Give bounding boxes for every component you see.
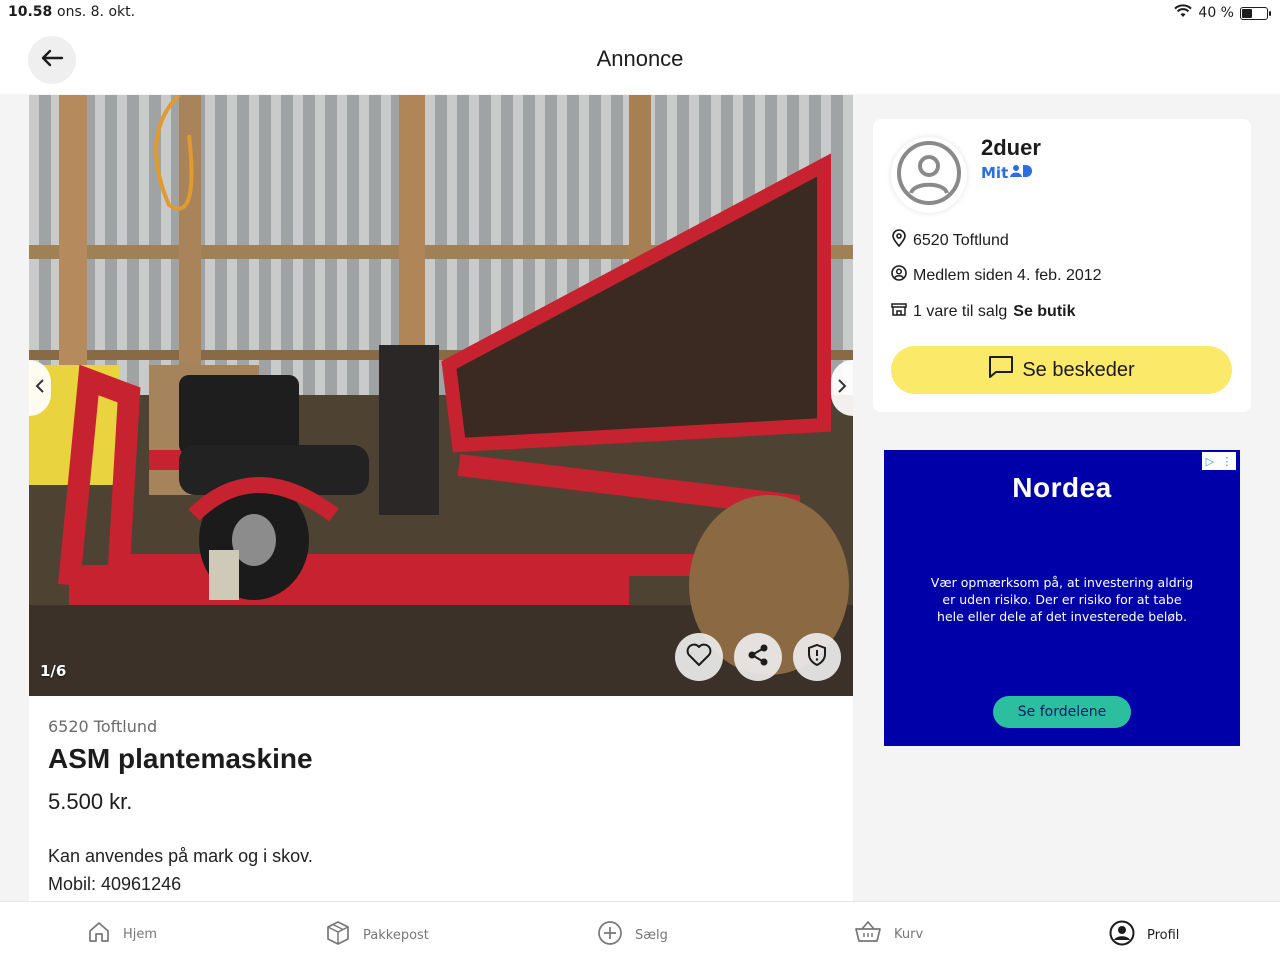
tab-pakkepost[interactable]: Pakkepost	[325, 920, 429, 950]
see-messages-label: Se beskeder	[1022, 358, 1135, 381]
status-bar: 10.58 ons. 8. okt. 40 %	[0, 0, 1280, 26]
description-line: Mobil: 40961246	[48, 874, 182, 894]
battery-percent: 40 %	[1198, 5, 1234, 21]
home-icon	[87, 920, 111, 948]
mitid-label: Mit	[981, 164, 1009, 182]
play-icon: ▷	[1205, 454, 1215, 468]
tab-kurv[interactable]: Kurv	[854, 920, 923, 948]
basket-icon	[854, 920, 882, 948]
mitid-icon	[1010, 164, 1033, 182]
favorite-button[interactable]	[675, 633, 723, 681]
tab-profil[interactable]: Profil	[1109, 920, 1179, 950]
seller-items-row: 1 vare til salg Se butik	[891, 301, 1076, 322]
report-button[interactable]	[793, 633, 841, 681]
adchoices-icon[interactable]: ▷ ⋮	[1202, 452, 1236, 470]
user-circle-icon	[891, 265, 907, 286]
tab-label: Kurv	[894, 926, 924, 942]
package-icon	[325, 920, 351, 950]
listing-location: 6520 Toftlund	[48, 717, 158, 736]
see-shop-link[interactable]: Se butik	[1013, 303, 1075, 321]
mitid-badge: Mit	[981, 164, 1033, 182]
tab-saelg[interactable]: Sælg	[597, 920, 668, 950]
status-right: 40 %	[1174, 4, 1271, 22]
seller-member-row: Medlem siden 4. feb. 2012	[891, 265, 1102, 286]
listing-description: Kan anvendes på mark og i skov. Mobil: 4…	[48, 842, 313, 898]
more-options-icon: ⋮	[1221, 454, 1233, 468]
seller-card: 2duer Mit 6520 Toftlund Medlem siden 4. …	[873, 119, 1251, 412]
tab-bar: Hjem Pakkepost Sælg Kurv Profil	[0, 901, 1280, 960]
see-messages-button[interactable]: Se beskeder	[891, 346, 1232, 394]
gallery-counter: 1/6	[40, 662, 67, 680]
description-line: Kan anvendes på mark og i skov.	[48, 846, 313, 866]
plus-circle-icon	[597, 920, 623, 950]
shield-icon	[806, 643, 828, 671]
ad-cta-button[interactable]: Se fordelene	[993, 696, 1131, 728]
tab-home[interactable]: Hjem	[87, 920, 157, 948]
seller-member-since: Medlem siden 4. feb. 2012	[913, 266, 1102, 284]
tab-label: Sælg	[635, 927, 668, 943]
ad-brand: Nordea	[1012, 472, 1112, 503]
listing-photo[interactable]	[29, 95, 853, 696]
chevron-right-icon	[837, 378, 847, 398]
ad-text: Vær opmærksom på, at investering aldrig …	[930, 575, 1194, 624]
listing-price: 5.500 kr.	[48, 789, 133, 814]
tab-label: Profil	[1147, 927, 1180, 943]
shop-icon	[891, 301, 907, 322]
chevron-left-icon	[35, 378, 45, 398]
heart-icon	[686, 643, 712, 671]
profile-icon	[1109, 920, 1135, 950]
share-button[interactable]	[734, 633, 782, 681]
status-date: ons. 8. okt.	[57, 4, 136, 20]
listing-title: ASM plantemaskine	[48, 743, 313, 774]
seller-location: 6520 Toftlund	[913, 231, 1009, 249]
share-icon	[746, 643, 770, 671]
chat-icon	[988, 355, 1014, 385]
listing-details: 6520 Toftlund ASM plantemaskine 5.500 kr…	[29, 696, 853, 902]
tab-label: Pakkepost	[363, 927, 429, 943]
wifi-icon	[1174, 4, 1193, 22]
seller-items-for-sale: 1 vare til salg	[913, 302, 1008, 320]
user-icon	[896, 140, 962, 210]
seller-name[interactable]: 2duer	[981, 135, 1041, 161]
seller-location-row: 6520 Toftlund	[891, 229, 1009, 252]
header: Annonce	[0, 26, 1280, 94]
location-pin-icon	[891, 229, 907, 252]
battery-icon	[1240, 6, 1271, 20]
avatar[interactable]	[891, 137, 967, 213]
status-time: 10.58	[8, 4, 53, 20]
tab-label: Hjem	[123, 926, 158, 942]
page-title: Annonce	[596, 46, 684, 71]
advertisement[interactable]: ▷ ⋮ Nordea Vær opmærksom på, at invester…	[884, 450, 1240, 746]
